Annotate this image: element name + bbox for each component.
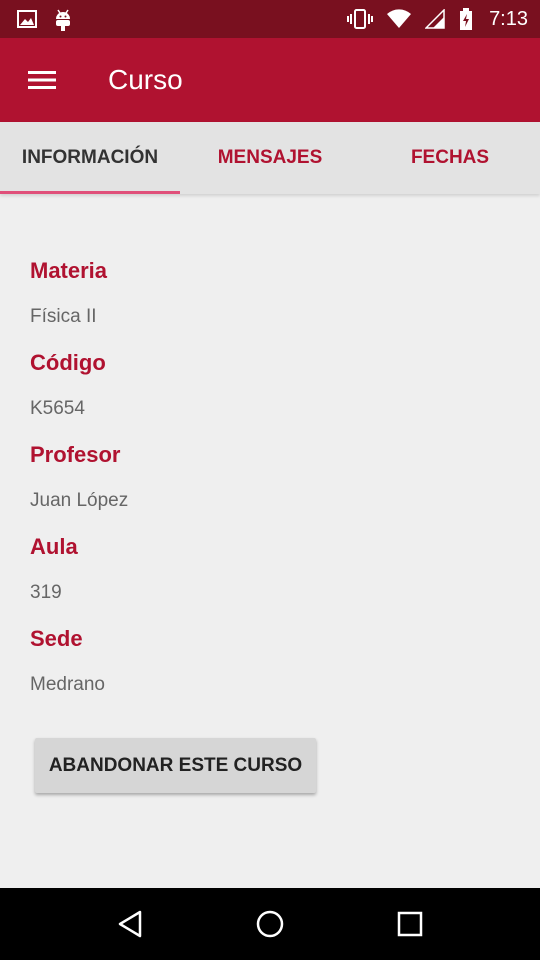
wifi-icon [387, 9, 412, 29]
android-icon [52, 7, 74, 31]
aula-value: 319 [30, 582, 62, 603]
course-info: Materia Física II Código K5654 Profesor … [30, 250, 510, 710]
materia-value: Física II [30, 306, 97, 327]
recents-icon [397, 911, 423, 937]
vibrate-icon [347, 8, 374, 30]
sede-value: Medrano [30, 674, 105, 695]
status-left [16, 7, 74, 31]
image-icon [16, 8, 38, 30]
recents-button[interactable] [380, 894, 440, 954]
tab-fechas[interactable]: FECHAS [360, 122, 540, 194]
menu-button[interactable] [0, 38, 84, 122]
tab-mensajes[interactable]: MENSAJES [180, 122, 360, 194]
signal-icon [425, 9, 445, 29]
home-icon [256, 910, 284, 938]
menu-icon [28, 70, 56, 90]
abandon-course-button[interactable]: ABANDONAR ESTE CURSO [35, 738, 316, 793]
app-bar: Curso [0, 38, 540, 122]
back-button[interactable] [100, 894, 160, 954]
aula-label: Aula [30, 534, 78, 559]
tab-bar: INFORMACIÓN MENSAJES FECHAS [0, 122, 540, 194]
status-bar: 7:13 [0, 0, 540, 38]
profesor-label: Profesor [30, 442, 121, 467]
profesor-value: Juan López [30, 490, 129, 511]
status-time: 7:13 [489, 7, 528, 30]
battery-icon [459, 8, 473, 30]
tab-informacion[interactable]: INFORMACIÓN [0, 122, 180, 194]
page-title: Curso [108, 64, 183, 95]
codigo-value: K5654 [30, 398, 85, 419]
status-right: 7:13 [347, 8, 528, 31]
materia-label: Materia [30, 258, 108, 283]
sede-label: Sede [30, 626, 83, 651]
navigation-bar [0, 888, 540, 960]
home-button[interactable] [240, 894, 300, 954]
codigo-label: Código [30, 350, 106, 375]
back-icon [117, 910, 143, 938]
